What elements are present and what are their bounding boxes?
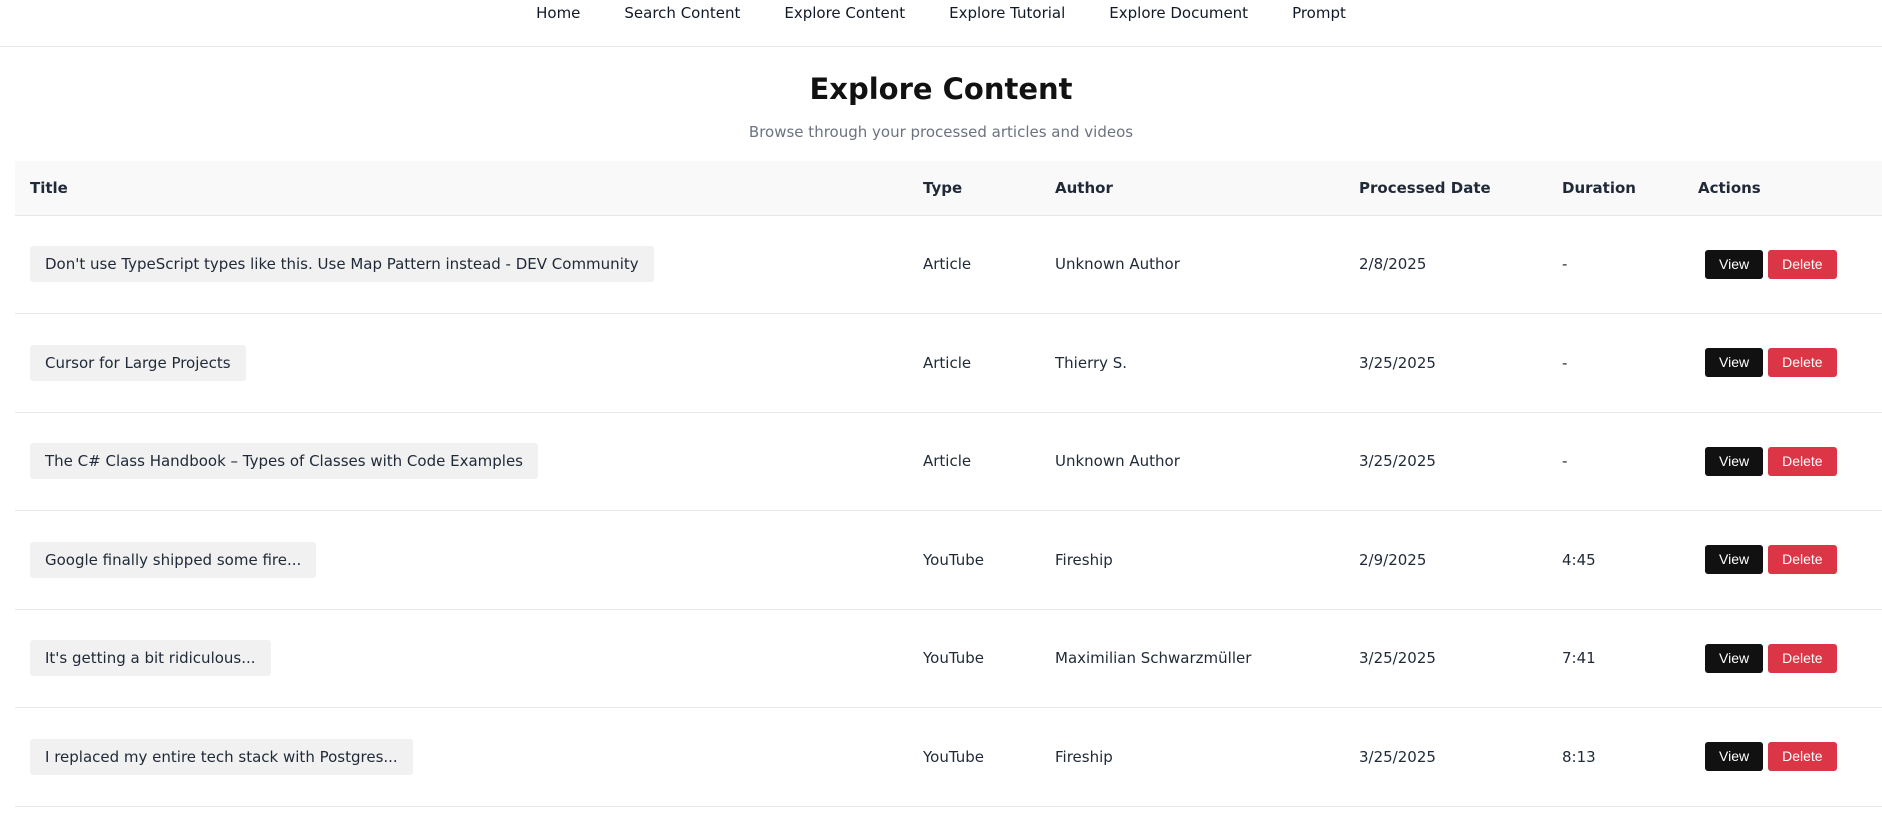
content-author: Maximilian Schwarzmüller [1055, 649, 1252, 668]
content-table-container: Title Type Author Processed Date Duratio… [15, 161, 1882, 807]
view-button[interactable]: View [1705, 348, 1764, 378]
table-row: I replaced my entire tech stack with Pos… [15, 708, 1882, 807]
duration: - [1562, 353, 1568, 372]
content-title-link[interactable]: Don't use TypeScript types like this. Us… [30, 246, 654, 283]
column-header-type: Type [923, 178, 963, 197]
nav-search-content[interactable]: Search Content [602, 0, 762, 23]
column-header-processed-date: Processed Date [1359, 178, 1491, 197]
duration: 7:41 [1562, 649, 1596, 668]
view-button[interactable]: View [1705, 742, 1764, 772]
delete-button[interactable]: Delete [1768, 348, 1837, 378]
view-button[interactable]: View [1705, 643, 1764, 673]
content-type: YouTube [923, 550, 984, 569]
content-title-link[interactable]: Google finally shipped some fire... [30, 541, 317, 578]
content-type: YouTube [923, 747, 984, 766]
processed-date: 2/8/2025 [1359, 255, 1427, 274]
table-row: It's getting a bit ridiculous... YouTube… [15, 609, 1882, 708]
content-title-link[interactable]: The C# Class Handbook – Types of Classes… [30, 443, 538, 480]
delete-button[interactable]: Delete [1768, 643, 1837, 673]
content-type: YouTube [923, 649, 984, 668]
row-actions: View Delete [1683, 609, 1882, 708]
nav-explore-document[interactable]: Explore Document [1087, 0, 1270, 23]
duration: - [1562, 255, 1568, 274]
table-row: Cursor for Large Projects Article Thierr… [15, 314, 1882, 413]
top-navigation: Home Search Content Explore Content Expl… [0, 0, 1882, 47]
column-header-title: Title [30, 178, 68, 197]
processed-date: 3/25/2025 [1359, 747, 1436, 766]
table-row: Google finally shipped some fire... YouT… [15, 511, 1882, 610]
duration: 4:45 [1562, 550, 1596, 569]
row-actions: View Delete [1683, 314, 1882, 413]
duration: 8:13 [1562, 747, 1596, 766]
content-author: Fireship [1055, 550, 1113, 569]
delete-button[interactable]: Delete [1768, 545, 1837, 575]
view-button[interactable]: View [1705, 446, 1764, 476]
page-subtitle: Browse through your processed articles a… [748, 123, 1134, 141]
row-actions: View Delete [1683, 708, 1882, 807]
view-button[interactable]: View [1705, 545, 1764, 575]
column-header-author: Author [1055, 178, 1113, 197]
delete-button[interactable]: Delete [1768, 742, 1837, 772]
content-author: Unknown Author [1055, 452, 1180, 471]
content-author: Unknown Author [1055, 255, 1180, 274]
nav-prompt[interactable]: Prompt [1270, 0, 1368, 23]
processed-date: 3/25/2025 [1359, 452, 1436, 471]
content-type: Article [923, 452, 972, 471]
column-header-actions: Actions [1698, 178, 1761, 197]
processed-date: 3/25/2025 [1359, 649, 1436, 668]
processed-date: 2/9/2025 [1359, 550, 1427, 569]
delete-button[interactable]: Delete [1768, 446, 1837, 476]
content-type: Article [923, 255, 972, 274]
nav-home[interactable]: Home [514, 0, 602, 23]
content-title-link[interactable]: It's getting a bit ridiculous... [30, 640, 271, 677]
table-row: The C# Class Handbook – Types of Classes… [15, 412, 1882, 511]
content-table: Title Type Author Processed Date Duratio… [15, 161, 1882, 807]
row-actions: View Delete [1683, 412, 1882, 511]
processed-date: 3/25/2025 [1359, 353, 1436, 372]
table-row: Don't use TypeScript types like this. Us… [15, 215, 1882, 314]
content-author: Fireship [1055, 747, 1113, 766]
delete-button[interactable]: Delete [1768, 249, 1837, 279]
nav-explore-content[interactable]: Explore Content [762, 0, 927, 23]
nav-explore-tutorial[interactable]: Explore Tutorial [927, 0, 1087, 23]
view-button[interactable]: View [1705, 249, 1764, 279]
row-actions: View Delete [1683, 511, 1882, 610]
content-title-link[interactable]: I replaced my entire tech stack with Pos… [30, 738, 413, 775]
content-type: Article [923, 353, 972, 372]
page-title: Explore Content [809, 72, 1073, 106]
content-title-link[interactable]: Cursor for Large Projects [30, 344, 246, 381]
column-header-duration: Duration [1562, 178, 1636, 197]
content-author: Thierry S. [1055, 353, 1128, 372]
table-header-row: Title Type Author Processed Date Duratio… [15, 161, 1882, 215]
duration: - [1562, 452, 1568, 471]
row-actions: View Delete [1683, 215, 1882, 314]
